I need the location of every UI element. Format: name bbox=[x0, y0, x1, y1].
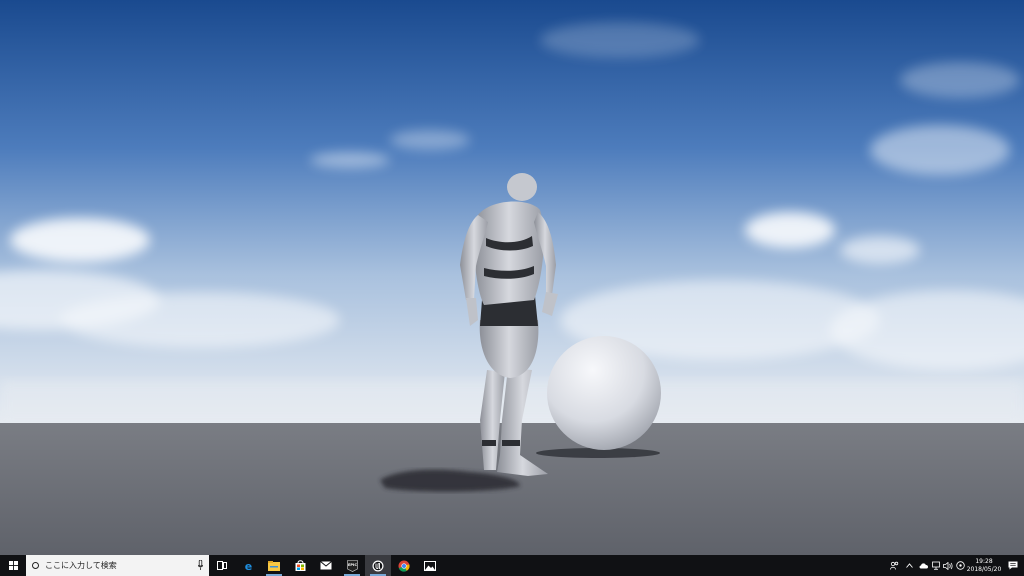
show-hidden-icons-button[interactable] bbox=[900, 555, 918, 576]
game-viewport[interactable] bbox=[0, 0, 1024, 555]
ime-button[interactable] bbox=[954, 555, 966, 576]
start-button[interactable] bbox=[0, 555, 26, 576]
unreal-engine-button[interactable] bbox=[365, 555, 391, 576]
clock-time: 19:28 bbox=[975, 557, 993, 565]
microphone-icon[interactable] bbox=[198, 560, 203, 570]
people-icon bbox=[889, 561, 898, 570]
epic-games-button[interactable]: EPIC bbox=[339, 555, 365, 576]
clock[interactable]: 19:28 2018/05/20 bbox=[966, 558, 1002, 574]
file-explorer-icon bbox=[268, 560, 280, 571]
cortana-icon bbox=[32, 562, 39, 569]
edge-icon: e bbox=[244, 560, 251, 571]
file-explorer-button[interactable] bbox=[261, 555, 287, 576]
store-button[interactable] bbox=[287, 555, 313, 576]
mail-icon bbox=[320, 561, 332, 570]
volume-button[interactable] bbox=[942, 555, 954, 576]
notification-icon bbox=[1008, 561, 1018, 570]
action-center-button[interactable] bbox=[1002, 555, 1024, 576]
search-placeholder: ここに入力して検索 bbox=[45, 561, 117, 570]
chrome-icon bbox=[398, 560, 410, 572]
windows-icon bbox=[8, 561, 18, 570]
network-button[interactable] bbox=[930, 555, 942, 576]
search-input[interactable]: ここに入力して検索 bbox=[26, 555, 209, 576]
people-button[interactable] bbox=[888, 555, 900, 576]
chevron-up-icon bbox=[905, 563, 913, 568]
epic-label: EPIC bbox=[347, 563, 356, 567]
onedrive-button[interactable] bbox=[918, 555, 930, 576]
task-view-icon bbox=[217, 561, 227, 570]
system-tray: 19:28 2018/05/20 bbox=[888, 555, 1024, 576]
photos-icon bbox=[424, 560, 436, 571]
mail-button[interactable] bbox=[313, 555, 339, 576]
edge-button[interactable]: e bbox=[235, 555, 261, 576]
cloud-icon bbox=[919, 563, 929, 569]
ime-icon bbox=[955, 561, 965, 570]
speaker-icon bbox=[943, 561, 953, 570]
taskbar: ここに入力して検索 e EPIC 19:28 2018/05/20 bbox=[0, 555, 1024, 576]
unreal-engine-icon bbox=[372, 560, 384, 571]
epic-games-icon: EPIC bbox=[346, 559, 358, 572]
clock-date: 2018/05/20 bbox=[966, 565, 1002, 573]
photos-button[interactable] bbox=[417, 555, 443, 576]
svg-text:e: e bbox=[244, 560, 251, 571]
store-icon bbox=[295, 560, 305, 571]
task-view-button[interactable] bbox=[209, 555, 235, 576]
sphere bbox=[547, 336, 661, 450]
network-icon bbox=[931, 561, 940, 570]
chrome-button[interactable] bbox=[391, 555, 417, 576]
